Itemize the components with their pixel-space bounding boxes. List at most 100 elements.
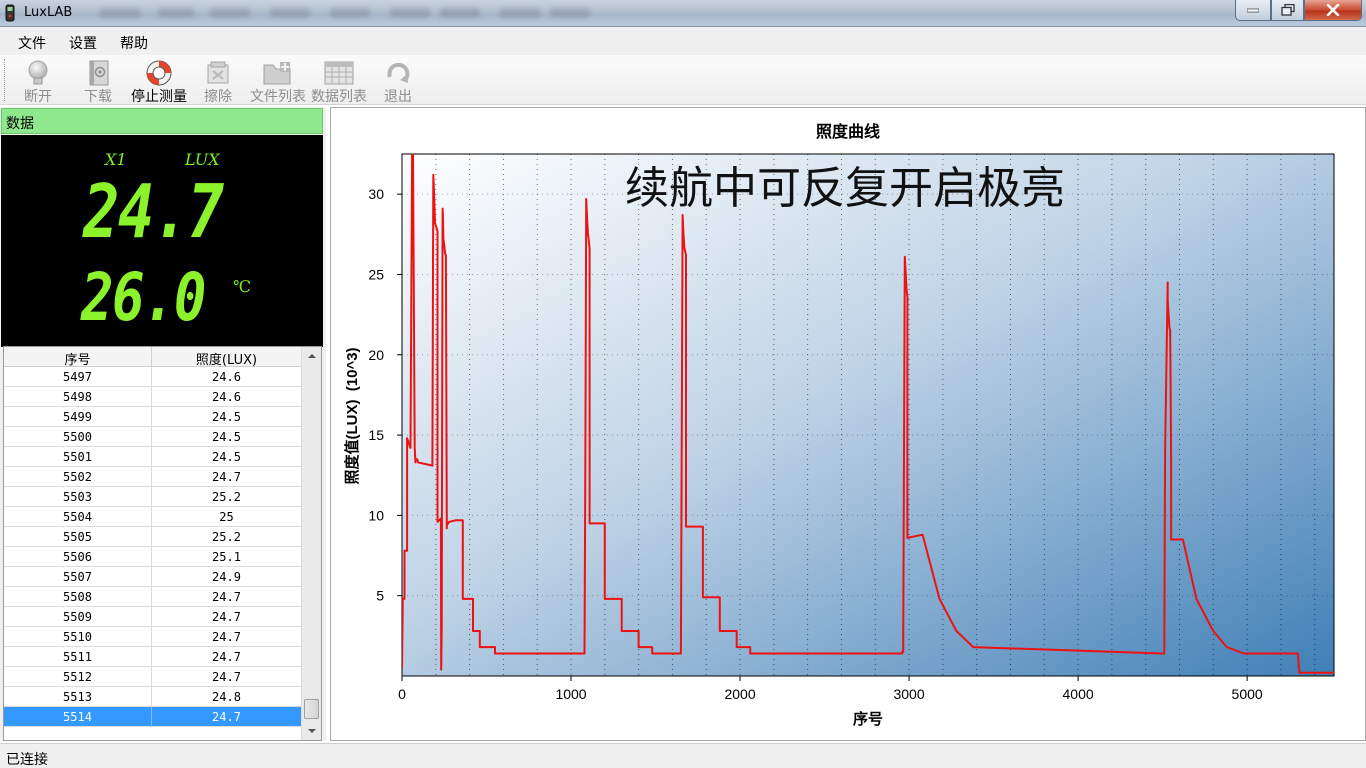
data-list-label: 数据列表 xyxy=(311,89,367,105)
table-row[interactable]: 5497 24.6 xyxy=(4,367,301,387)
menu-settings[interactable]: 设置 xyxy=(69,33,97,53)
file-list-button[interactable]: 文件列表 xyxy=(248,57,308,105)
x-tick-label: 3000 xyxy=(893,686,924,702)
app-icon xyxy=(5,4,15,22)
y-tick-label: 25 xyxy=(368,266,384,282)
table-row[interactable]: 5510 24.7 xyxy=(4,627,301,647)
multiplier-label: X1 xyxy=(105,150,127,169)
table-row[interactable]: 5508 24.7 xyxy=(4,587,301,607)
bulb-icon xyxy=(28,60,48,85)
scroll-up-icon[interactable] xyxy=(302,347,322,365)
cell-index: 5511 xyxy=(63,650,92,664)
table-row[interactable]: 5514 24.7 xyxy=(4,707,301,727)
column-header-index[interactable]: 序号 xyxy=(4,349,151,368)
y-axis-label: 照度值(LUX) (10^3) xyxy=(343,347,361,484)
menu-help[interactable]: 帮助 xyxy=(120,33,148,53)
erase-button[interactable]: 擦除 xyxy=(198,57,238,105)
table-row[interactable]: 5501 24.5 xyxy=(4,447,301,467)
cell-index: 5504 xyxy=(63,510,92,524)
erase-label: 擦除 xyxy=(204,89,232,105)
cell-lux: 24.5 xyxy=(212,450,241,464)
cell-index: 5498 xyxy=(63,390,92,404)
y-tick-label: 15 xyxy=(368,427,384,443)
temperature-reading: 26.0 xyxy=(81,259,206,336)
cell-lux: 25.1 xyxy=(212,550,241,564)
menu-file[interactable]: 文件 xyxy=(18,33,46,53)
table-row[interactable]: 5509 24.7 xyxy=(4,607,301,627)
cell-lux: 24.7 xyxy=(212,650,241,664)
stop-measure-label: 停止测量 xyxy=(131,89,187,105)
exit-button[interactable]: 退出 xyxy=(378,57,418,105)
table-scrollbar[interactable] xyxy=(301,347,321,740)
restore-icon xyxy=(1280,4,1295,16)
data-table[interactable]: 序号 照度(LUX) 5497 24.6 5498 24.6 5499 24.5 5500 2… xyxy=(3,346,322,741)
cell-index: 5512 xyxy=(63,670,92,684)
cell-lux: 24.7 xyxy=(212,590,241,604)
scroll-down-icon[interactable] xyxy=(302,722,322,740)
disconnect-button[interactable]: 断开 xyxy=(16,57,60,105)
data-list-button[interactable]: 数据列表 xyxy=(308,57,370,105)
x-tick-label: 2000 xyxy=(724,686,755,702)
unit-label: LUX xyxy=(185,150,220,169)
cell-index: 5514 xyxy=(63,710,92,724)
table-row[interactable]: 5512 24.7 xyxy=(4,667,301,687)
illuminance-chart: 照度曲线 0 1000 2000 3000 4000 5000 5 10 15 20 25 30 续航… xyxy=(343,122,1335,728)
table-row[interactable]: 5505 25.2 xyxy=(4,527,301,547)
cell-index: 5503 xyxy=(63,490,92,504)
file-list-label: 文件列表 xyxy=(250,89,306,105)
table-row[interactable]: 5503 25.2 xyxy=(4,487,301,507)
disconnect-label: 断开 xyxy=(24,89,52,105)
lifebuoy-icon xyxy=(146,60,172,86)
restore-button[interactable] xyxy=(1271,0,1304,21)
cell-lux: 24.7 xyxy=(212,670,241,684)
cell-lux: 24.7 xyxy=(212,470,241,484)
cell-lux: 24.7 xyxy=(212,610,241,624)
stop-measure-button[interactable]: 停止测量 xyxy=(126,57,192,105)
blurred-title-text xyxy=(158,8,194,18)
blurred-title-text xyxy=(270,8,310,18)
cell-index: 5500 xyxy=(63,430,92,444)
table-row[interactable]: 5511 24.7 xyxy=(4,647,301,667)
table-row[interactable]: 5499 24.5 xyxy=(4,407,301,427)
cell-lux: 24.7 xyxy=(212,710,241,724)
x-tick-label: 5000 xyxy=(1232,686,1263,702)
blurred-title-text xyxy=(440,8,480,18)
close-button[interactable] xyxy=(1304,0,1362,21)
status-bar: 已连接 xyxy=(0,743,1366,768)
table-row[interactable]: 5506 25.1 xyxy=(4,547,301,567)
blurred-title-text xyxy=(500,8,540,18)
blurred-title-text xyxy=(100,8,140,18)
cell-index: 5502 xyxy=(63,470,92,484)
erase-icon xyxy=(207,61,229,84)
toolbar: 断开 下载 停止测量 擦除 文件列表 数据列表 退出 xyxy=(0,55,1366,105)
data-panel-header: 数据 xyxy=(1,108,323,134)
table-row[interactable]: 5504 25 xyxy=(4,507,301,527)
cell-index: 5507 xyxy=(63,570,92,584)
table-row[interactable]: 5500 24.5 xyxy=(4,427,301,447)
table-header: 序号 照度(LUX) xyxy=(4,347,301,368)
x-tick-label: 4000 xyxy=(1063,686,1094,702)
download-button[interactable]: 下载 xyxy=(76,57,120,105)
title-bar: LuxLAB xyxy=(0,0,1366,27)
blurred-title-text xyxy=(330,8,370,18)
cell-lux: 24.6 xyxy=(212,390,241,404)
column-header-lux[interactable]: 照度(LUX) xyxy=(152,349,301,368)
y-tick-label: 20 xyxy=(368,347,384,363)
table-row[interactable]: 5513 24.8 xyxy=(4,687,301,707)
table-row[interactable]: 5498 24.6 xyxy=(4,387,301,407)
cell-lux: 25.2 xyxy=(212,490,241,504)
blurred-title-text xyxy=(390,8,430,18)
table-row[interactable]: 5502 24.7 xyxy=(4,467,301,487)
table-rows: 5497 24.6 5498 24.6 5499 24.5 5500 24.5 5501 24.5… xyxy=(4,367,301,727)
cell-lux: 24.8 xyxy=(212,690,241,704)
cell-index: 5510 xyxy=(63,630,92,644)
window-title: LuxLAB xyxy=(24,5,73,20)
cell-lux: 24.7 xyxy=(212,630,241,644)
exit-arrow-icon xyxy=(387,62,410,83)
illuminance-chart-panel: 照度曲线 0 1000 2000 3000 4000 5000 5 10 15 20 25 30 续航… xyxy=(330,107,1366,741)
chart-title: 照度曲线 xyxy=(816,122,880,141)
scroll-thumb[interactable] xyxy=(304,699,319,719)
minimize-button[interactable] xyxy=(1235,0,1271,21)
table-row[interactable]: 5507 24.9 xyxy=(4,567,301,587)
cell-lux: 24.5 xyxy=(212,430,241,444)
